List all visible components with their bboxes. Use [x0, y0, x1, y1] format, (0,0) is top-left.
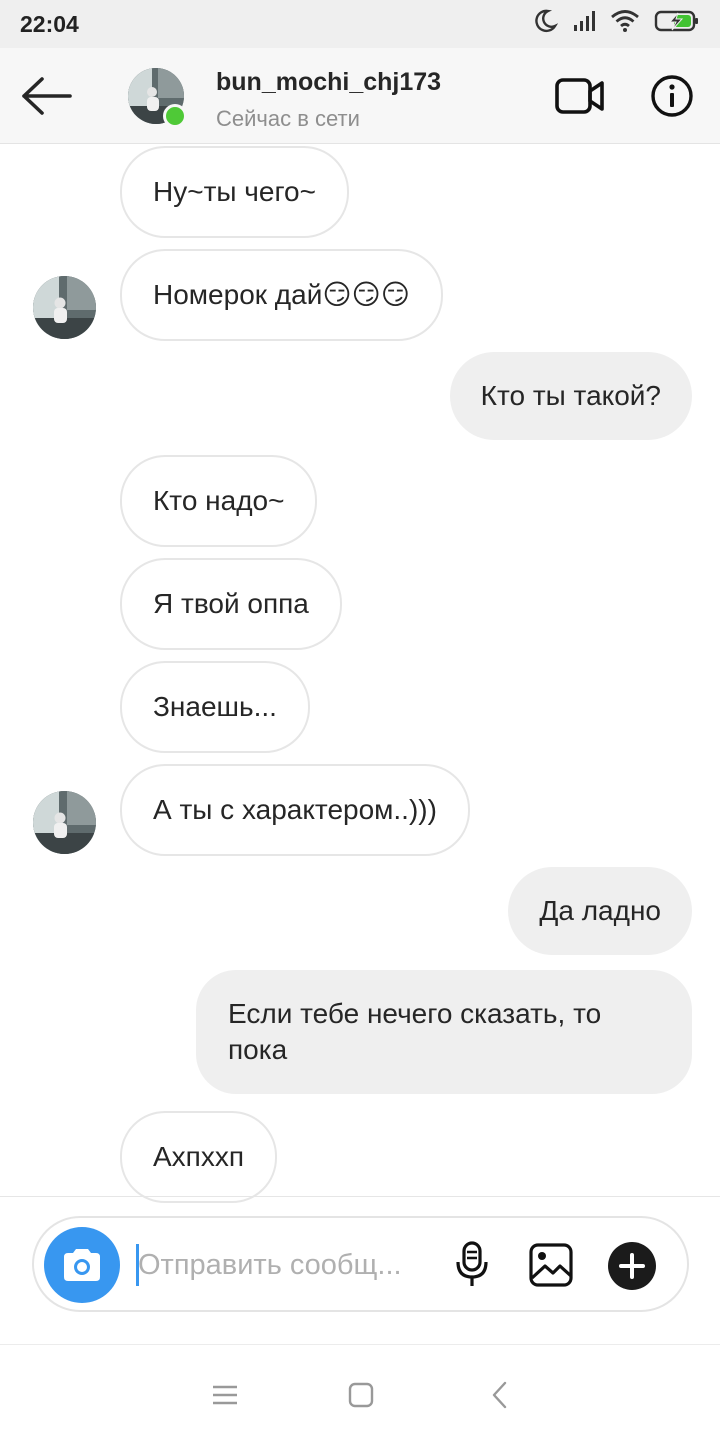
message-bubble-incoming[interactable]: Кто надо~: [120, 455, 318, 547]
composer-divider: [0, 1196, 720, 1197]
video-call-button[interactable]: [554, 76, 606, 116]
message-bubble-incoming[interactable]: Ахпххп: [120, 1111, 277, 1203]
voice-message-button[interactable]: [452, 1240, 492, 1290]
message-bubble-incoming[interactable]: Я твой оппа: [120, 558, 342, 650]
message-bubble-outgoing[interactable]: Если тебе нечего сказать, то пока: [196, 970, 692, 1094]
signal-icon: [574, 11, 595, 31]
camera-icon: [64, 1249, 100, 1281]
message-bubble-outgoing[interactable]: Да ладно: [508, 867, 692, 955]
info-icon: [651, 75, 693, 117]
message-bubble-incoming[interactable]: Знаешь...: [120, 661, 310, 753]
home-square-icon: [348, 1382, 374, 1408]
battery-charging-icon: [654, 10, 698, 32]
video-call-icon: [555, 78, 604, 114]
microphone-icon: [456, 1241, 488, 1286]
message-bubble-incoming[interactable]: А ты с характером..))): [120, 764, 470, 856]
message-input[interactable]: [138, 1240, 428, 1290]
status-bar: 22:04: [0, 0, 720, 48]
status-time: 22:04: [20, 11, 79, 37]
message-bubble-outgoing[interactable]: Кто ты такой?: [449, 352, 692, 440]
chat-header: bun_mochi_chj173 Сейчас в сети: [0, 48, 720, 144]
gallery-icon: [529, 1243, 573, 1287]
back-arrow-icon: [22, 77, 72, 115]
online-indicator: [163, 104, 187, 128]
moon-icon: [535, 9, 558, 33]
back-button[interactable]: [20, 74, 74, 118]
contact-username[interactable]: bun_mochi_chj173: [216, 68, 441, 97]
nav-home-button[interactable]: [341, 1375, 381, 1415]
status-icons: [532, 8, 700, 34]
message-bubble-incoming[interactable]: Ну~ты чего~: [120, 146, 349, 238]
contact-online-status: Сейчас в сети: [216, 106, 360, 131]
menu-icon: [213, 1385, 237, 1405]
back-chevron-icon: [492, 1381, 507, 1409]
message-bubble-incoming[interactable]: Номерок дай😏😏😏: [120, 249, 443, 341]
message-composer: [32, 1216, 689, 1312]
system-nav-bar: [0, 1344, 720, 1440]
camera-button[interactable]: [44, 1227, 120, 1303]
info-button[interactable]: [650, 74, 694, 118]
wifi-icon: [611, 10, 639, 32]
more-options-button[interactable]: [608, 1242, 656, 1290]
nav-menu-button[interactable]: [205, 1375, 245, 1415]
plus-icon: [619, 1253, 645, 1279]
nav-back-button[interactable]: [480, 1375, 520, 1415]
sender-avatar[interactable]: [33, 791, 96, 854]
sender-avatar[interactable]: [33, 276, 96, 339]
gallery-button[interactable]: [528, 1242, 574, 1288]
